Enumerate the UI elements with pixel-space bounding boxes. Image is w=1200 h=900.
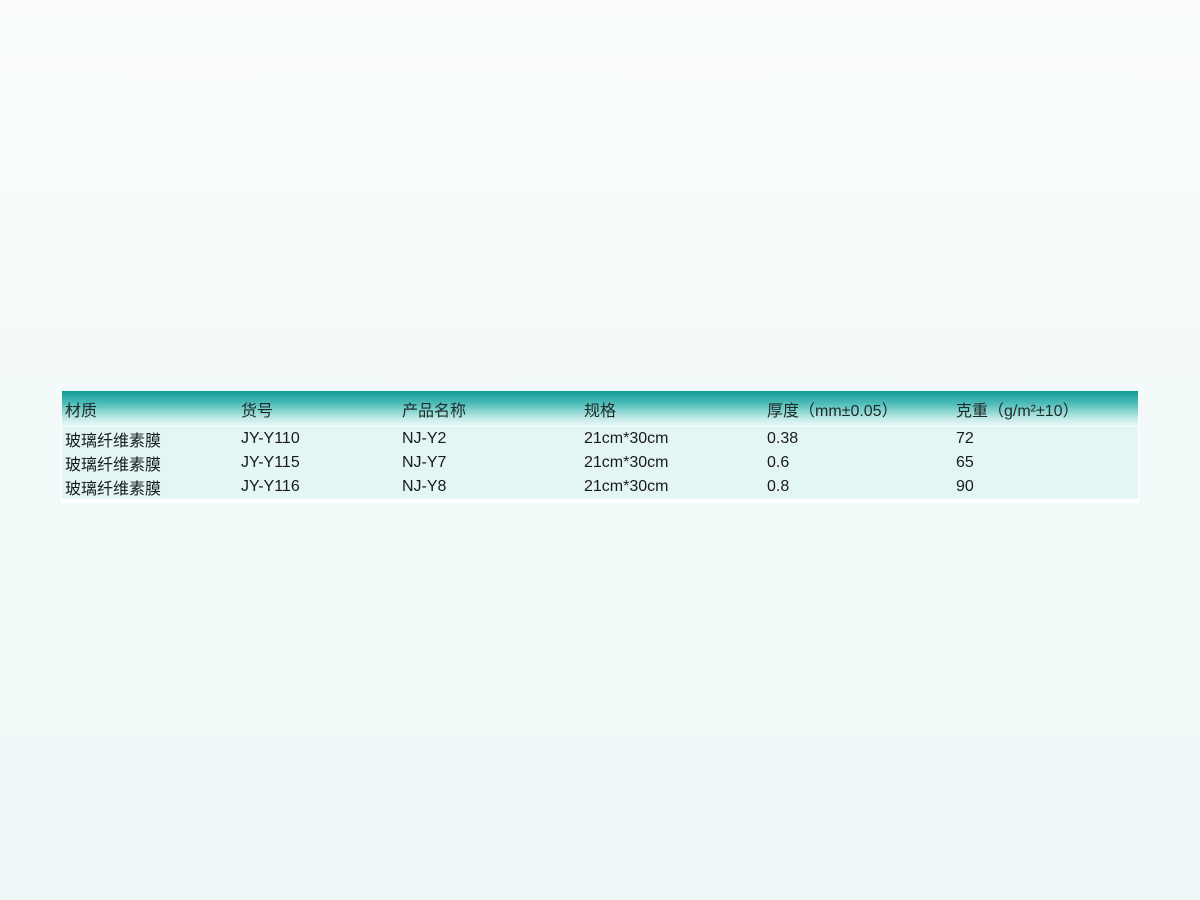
table-row: 玻璃纤维素膜 JY-Y110 NJ-Y2 21cm*30cm 0.38 72 — [62, 427, 1138, 451]
header-material: 材质 — [65, 403, 98, 420]
cell-item-number: JY-Y115 — [241, 454, 300, 471]
header-grammage: 克重（g/m²±10） — [956, 403, 1079, 420]
product-spec-table: 材质 货号 产品名称 规格 厚度（mm±0.05） 克重（g/m²±10） 玻璃… — [62, 391, 1138, 499]
cell-grammage: 90 — [956, 478, 974, 495]
cell-specification: 21cm*30cm — [584, 478, 669, 495]
cell-item-number: JY-Y110 — [241, 430, 300, 447]
table-row: 玻璃纤维素膜 JY-Y115 NJ-Y7 21cm*30cm 0.6 65 — [62, 451, 1138, 475]
cell-grammage: 72 — [956, 430, 974, 447]
cell-item-number: JY-Y116 — [241, 478, 300, 495]
table-header: 材质 货号 产品名称 规格 厚度（mm±0.05） 克重（g/m²±10） — [62, 391, 1138, 427]
header-product-name: 产品名称 — [402, 403, 467, 420]
cell-product-name: NJ-Y8 — [402, 478, 447, 495]
product-spec-table-container: 材质 货号 产品名称 规格 厚度（mm±0.05） 克重（g/m²±10） 玻璃… — [61, 391, 1139, 503]
cell-material: 玻璃纤维素膜 — [65, 481, 162, 498]
cell-thickness: 0.38 — [767, 430, 799, 447]
table-body: 玻璃纤维素膜 JY-Y110 NJ-Y2 21cm*30cm 0.38 72 玻… — [62, 427, 1138, 499]
cell-grammage: 65 — [956, 454, 974, 471]
header-row: 材质 货号 产品名称 规格 厚度（mm±0.05） 克重（g/m²±10） — [62, 391, 1138, 427]
table-row: 玻璃纤维素膜 JY-Y116 NJ-Y8 21cm*30cm 0.8 90 — [62, 475, 1138, 499]
cell-material: 玻璃纤维素膜 — [65, 433, 162, 450]
cell-product-name: NJ-Y7 — [402, 454, 447, 471]
header-item-number: 货号 — [241, 403, 274, 420]
cell-thickness: 0.6 — [767, 454, 790, 471]
cell-thickness: 0.8 — [767, 478, 790, 495]
cell-product-name: NJ-Y2 — [402, 430, 447, 447]
header-thickness: 厚度（mm±0.05） — [767, 403, 898, 420]
cell-material: 玻璃纤维素膜 — [65, 457, 162, 474]
cell-specification: 21cm*30cm — [584, 430, 669, 447]
header-specification: 规格 — [584, 403, 617, 420]
cell-specification: 21cm*30cm — [584, 454, 669, 471]
